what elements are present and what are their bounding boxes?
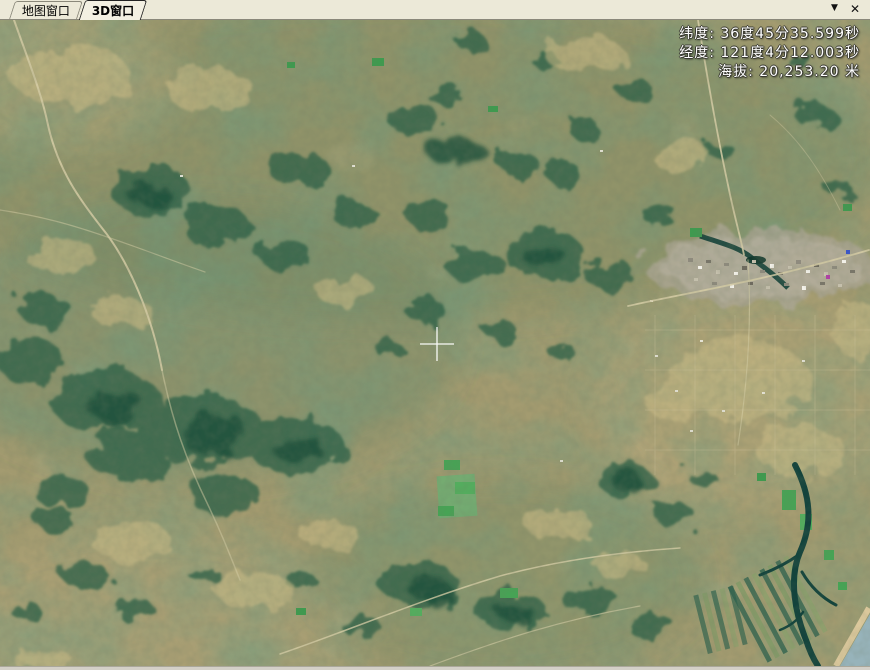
close-icon[interactable]: ✕ xyxy=(850,3,860,15)
tab-map-window[interactable]: 地图窗口 xyxy=(9,1,83,19)
window-bottom-frame xyxy=(0,666,870,670)
window-controls: ▼ ✕ xyxy=(831,3,870,17)
tab-strip: 地图窗口 3D窗口 ▼ ✕ xyxy=(0,0,870,20)
satellite-3d-viewport[interactable]: 纬度: 36度45分35.599秒 经度: 121度4分12.003秒 海拔: … xyxy=(0,20,870,666)
map-3d-window: 地图窗口 3D窗口 ▼ ✕ xyxy=(0,0,870,670)
tab-3d-window[interactable]: 3D窗口 xyxy=(79,0,148,20)
tab-3d-window-label: 3D窗口 xyxy=(92,2,134,19)
tab-list-dropdown-icon[interactable]: ▼ xyxy=(831,4,838,13)
tab-map-window-label: 地图窗口 xyxy=(22,2,70,19)
satellite-terrain xyxy=(0,20,870,666)
